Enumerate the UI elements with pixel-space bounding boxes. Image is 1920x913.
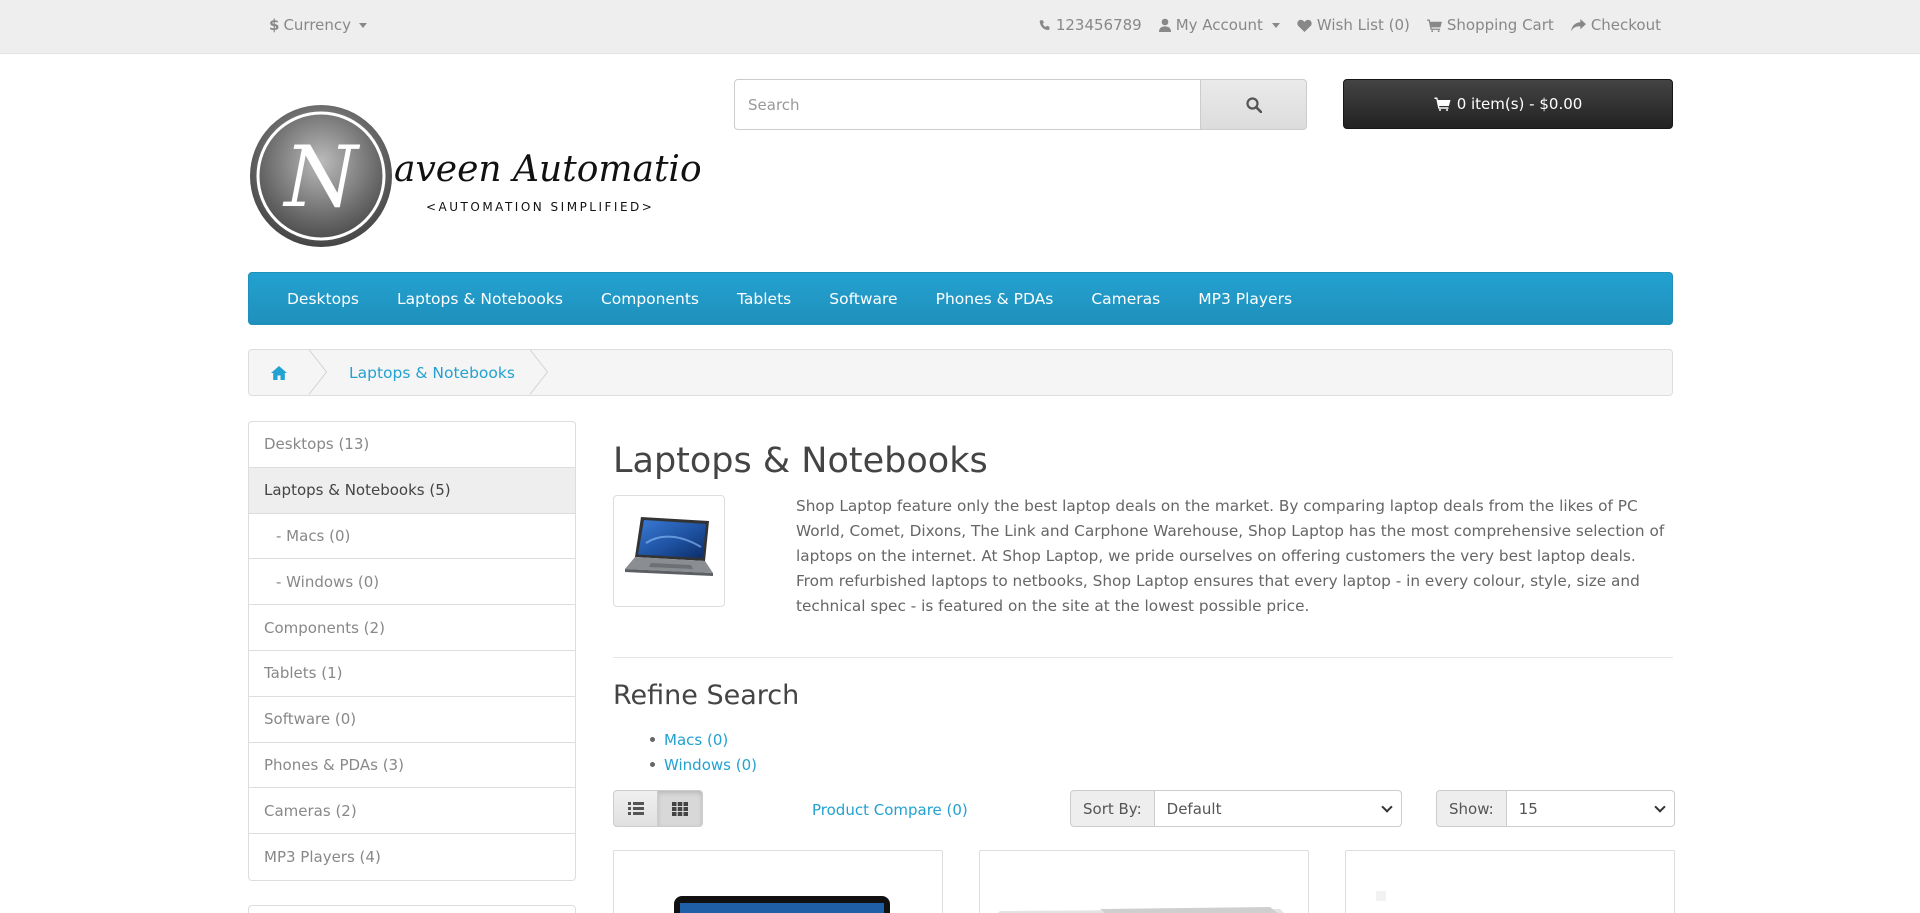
grid-icon [672,801,688,816]
menu-item-phones[interactable]: Phones & PDAs [936,290,1054,308]
product-card[interactable] [1345,850,1675,913]
phone-link[interactable]: 123456789 [1038,16,1142,34]
sort-control: Sort By: Default [1070,790,1402,827]
search-input[interactable] [734,79,1201,130]
phone-number: 123456789 [1055,16,1142,34]
category-sidebar: Desktops (13) Laptops & Notebooks (5) - … [248,421,576,881]
product-image [674,896,890,913]
cart-icon [1426,18,1442,32]
sidebar-item-cameras[interactable]: Cameras (2) [249,788,575,835]
currency-label: Currency [283,16,352,34]
refine-link-windows[interactable]: Windows (0) [664,756,757,774]
shopping-cart-label: Shopping Cart [1446,16,1554,34]
my-account-label: My Account [1175,16,1263,34]
cart-icon [1434,97,1451,111]
sidebar-item-macs[interactable]: - Macs (0) [249,514,575,560]
view-toggle [613,790,703,827]
top-links: 123456789 My Account Wish List (0) Shopp… [1038,16,1661,34]
search-button[interactable] [1201,79,1307,130]
menu-item-software[interactable]: Software [829,290,897,308]
breadcrumb-home[interactable] [249,350,309,395]
menu-item-mp3[interactable]: MP3 Players [1198,290,1292,308]
divider [613,657,1673,658]
share-icon [1570,18,1586,32]
list-icon [627,802,644,815]
checkout-link[interactable]: Checkout [1570,16,1661,34]
chevron-down-icon [1380,800,1393,813]
currency-dropdown[interactable]: $ Currency [269,16,368,34]
category-description: Shop Laptop feature only the best laptop… [796,497,1665,616]
search-bar [734,79,1307,130]
grid-view-button[interactable] [658,790,703,827]
breadcrumb-separator [308,349,327,395]
product-card[interactable] [979,850,1309,913]
search-icon [1245,96,1262,113]
heart-icon [1297,19,1312,32]
sidebar-item-windows[interactable]: - Windows (0) [249,559,575,606]
sidebar-item-mp3[interactable]: MP3 Players (4) [249,834,575,880]
product-card[interactable] [613,850,943,913]
logo-name: aveen Automation Labs [394,149,700,190]
chevron-down-icon [1654,800,1666,813]
cart-total-label: 0 item(s) - $0.00 [1456,95,1583,113]
logo-letter: N [282,128,360,226]
list-item: Macs (0) [650,727,757,752]
shopping-cart-link[interactable]: Shopping Cart [1426,16,1554,34]
breadcrumb: Laptops & Notebooks [248,349,1673,396]
sidebar-item-software[interactable]: Software (0) [249,697,575,743]
cart-button[interactable]: 0 item(s) - $0.00 [1343,79,1673,129]
sidebar-item-components[interactable]: Components (2) [249,605,575,651]
product-image [1376,891,1386,901]
phone-icon [1038,19,1051,32]
product-compare-link[interactable]: Product Compare (0) [812,801,968,819]
list-view-button[interactable] [613,790,658,827]
breadcrumb-current[interactable]: Laptops & Notebooks [327,364,530,382]
site-logo[interactable]: N aveen Automation Labs <AUTOMATION SIMP… [248,103,823,249]
show-select[interactable]: 15 [1506,790,1675,827]
show-label: Show: [1436,790,1507,827]
sidebar-banner-box [248,905,576,913]
caret-down-icon [1271,22,1280,28]
checkout-label: Checkout [1590,16,1661,34]
home-icon [271,365,287,380]
list-item: Windows (0) [650,752,757,777]
page-title: Laptops & Notebooks [613,441,988,481]
menu-item-tablets[interactable]: Tablets [737,290,791,308]
user-icon [1158,18,1171,32]
product-image [998,907,1284,913]
sort-label: Sort By: [1070,790,1155,827]
show-control: Show: 15 [1436,790,1675,827]
sidebar-item-tablets[interactable]: Tablets (1) [249,651,575,697]
refine-search-list: Macs (0) Windows (0) [650,727,757,777]
logo-tagline: <AUTOMATION SIMPLIFIED> [426,200,654,214]
menu-item-components[interactable]: Components [601,290,699,308]
menu-item-laptops[interactable]: Laptops & Notebooks [397,290,563,308]
breadcrumb-separator [528,349,548,395]
wish-list-link[interactable]: Wish List (0) [1297,16,1410,34]
show-value: 15 [1518,799,1538,818]
sort-select[interactable]: Default [1154,790,1402,827]
refine-search-title: Refine Search [613,680,800,711]
dollar-icon: $ [269,16,280,34]
my-account-dropdown[interactable]: My Account [1158,16,1280,34]
caret-down-icon [359,22,368,28]
category-image [613,495,725,607]
wish-list-label: Wish List (0) [1316,16,1410,34]
refine-link-macs[interactable]: Macs (0) [664,731,728,749]
laptop-image [625,517,713,576]
sidebar-item-desktops[interactable]: Desktops (13) [249,422,575,468]
main-menu: Desktops Laptops & Notebooks Components … [248,272,1673,325]
sidebar-item-laptops[interactable]: Laptops & Notebooks (5) [249,467,575,514]
menu-item-desktops[interactable]: Desktops [287,290,359,308]
sidebar-item-phones[interactable]: Phones & PDAs (3) [249,743,575,789]
sort-value: Default [1166,799,1222,818]
top-bar: $ Currency 123456789 My Account Wish Lis… [0,0,1920,54]
menu-item-cameras[interactable]: Cameras [1091,290,1160,308]
